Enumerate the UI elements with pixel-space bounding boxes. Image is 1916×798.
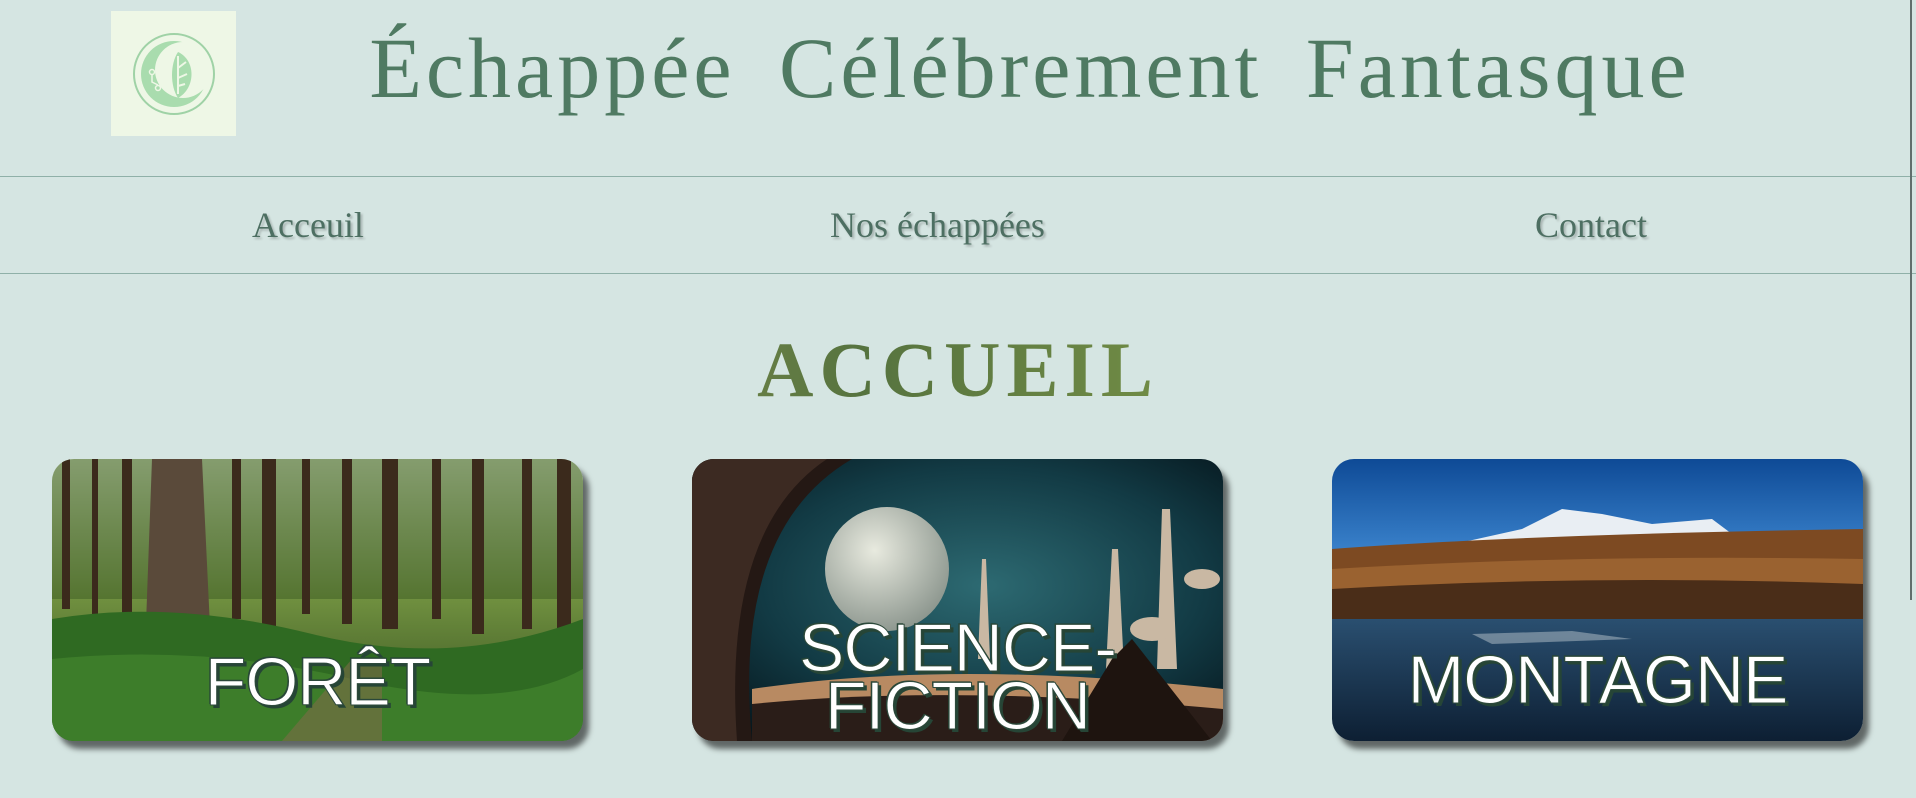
card-foret[interactable]: FORÊT <box>52 459 583 741</box>
card-science-fiction[interactable]: SCIENCE- FICTION <box>692 459 1223 741</box>
card-label-montagne: MONTAGNE <box>1407 642 1789 718</box>
site-header: Échappée Célébrement Fantasque <box>0 0 1916 176</box>
nav-item-acceuil[interactable]: Acceuil <box>252 204 364 246</box>
scrollbar[interactable] <box>1910 0 1912 600</box>
moon-leaf-icon <box>132 32 215 115</box>
page-title: ACCUEIL <box>0 325 1916 415</box>
site-logo[interactable] <box>111 11 236 136</box>
nav-item-contact[interactable]: Contact <box>1535 204 1647 246</box>
card-label-foret: FORÊT <box>204 644 431 720</box>
nav-divider <box>0 273 1916 274</box>
card-label-science-fiction-line2: FICTION <box>825 668 1092 741</box>
card-montagne[interactable]: MONTAGNE <box>1332 459 1863 741</box>
main-nav: Acceuil Nos échappées Contact <box>0 177 1916 273</box>
site-title: Échappée Célébrement Fantasque <box>369 20 1691 116</box>
nav-item-nos-echappees[interactable]: Nos échappées <box>830 204 1045 246</box>
